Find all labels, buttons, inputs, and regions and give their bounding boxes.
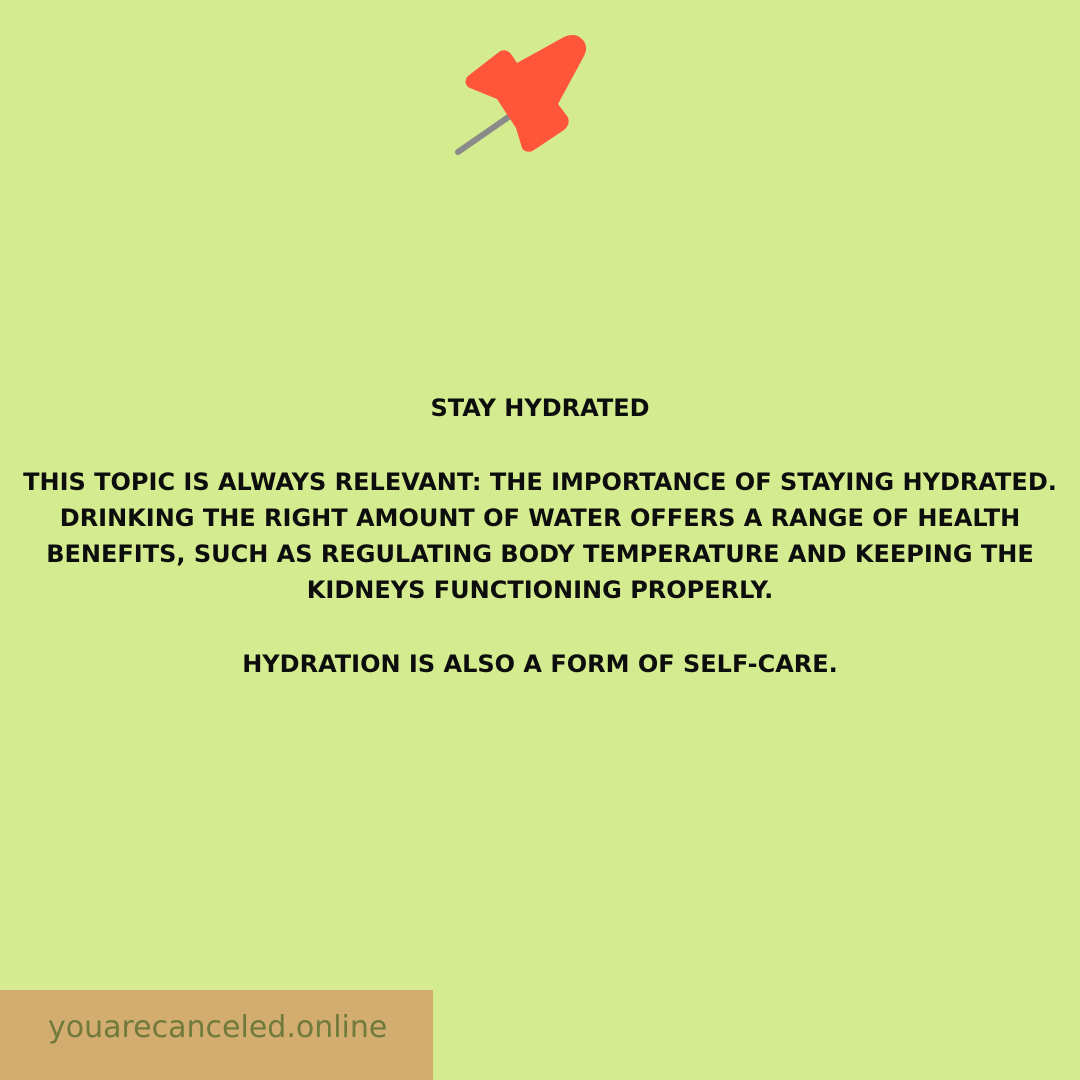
footer-site-link[interactable]: youarecanceled.online — [48, 1008, 387, 1048]
pushpin-icon — [455, 34, 587, 155]
post-paragraph-selfcare: HYDRATION IS ALSO A FORM OF SELF-CARE. — [242, 650, 838, 678]
post-canvas: STAY HYDRATED THIS TOPIC IS ALWAYS RELEV… — [0, 0, 1080, 1080]
post-body: STAY HYDRATED THIS TOPIC IS ALWAYS RELEV… — [0, 390, 1080, 682]
post-title: STAY HYDRATED — [430, 394, 650, 422]
footer-banner: youarecanceled.online — [0, 990, 433, 1080]
post-paragraph-main: THIS TOPIC IS ALWAYS RELEVANT: THE IMPOR… — [23, 468, 1057, 604]
